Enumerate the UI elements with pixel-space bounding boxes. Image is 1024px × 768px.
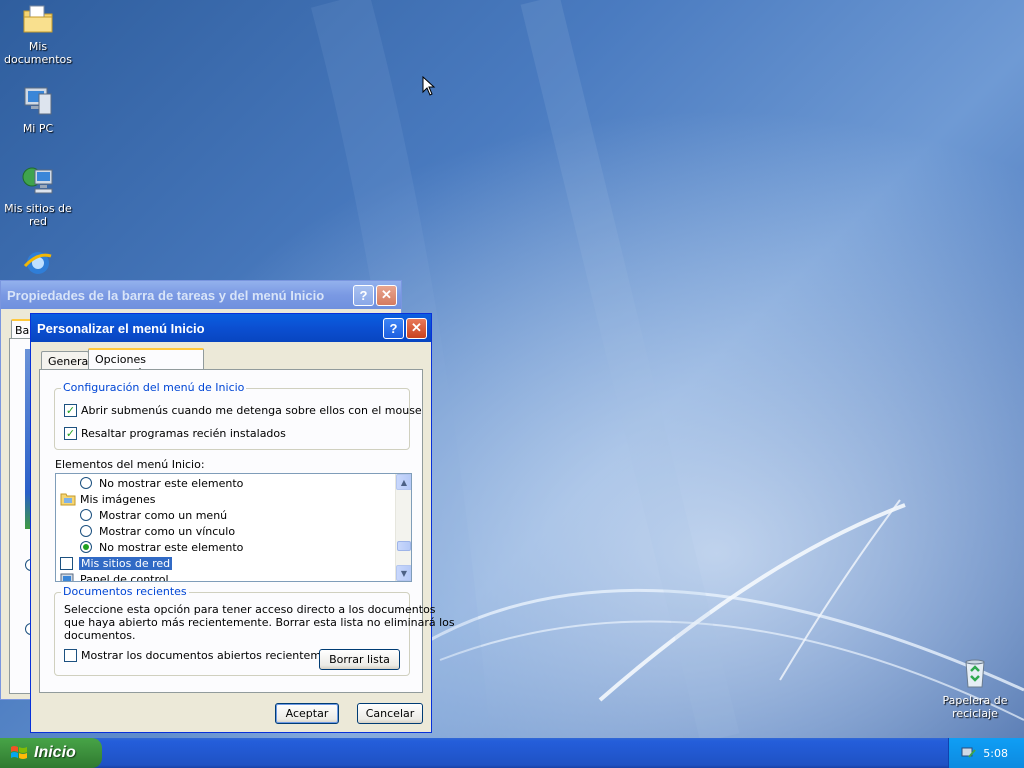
- system-tray: 5:08: [948, 738, 1024, 768]
- button-label: Borrar lista: [329, 653, 390, 666]
- ok-button[interactable]: Aceptar: [275, 703, 339, 724]
- close-button[interactable]: ✕: [406, 317, 427, 339]
- radio-button[interactable]: [80, 525, 92, 537]
- list-item[interactable]: Mostrar como un vínculo: [80, 523, 235, 539]
- desktop-icon-papelera[interactable]: Papelera de reciclaje: [937, 656, 1013, 720]
- desktop-icon-mis-sitios-de-red[interactable]: Mis sitios de red: [0, 164, 76, 228]
- radio-button-selected[interactable]: [80, 541, 92, 553]
- recycle-bin-icon: [965, 659, 985, 688]
- my-pictures-folder-icon: [60, 493, 76, 506]
- recent-documents-group: Documentos recientes Seleccione esta opc…: [54, 585, 455, 676]
- scroll-down-button[interactable]: ▼: [396, 565, 411, 581]
- computer-icon: [24, 87, 52, 115]
- taskbar-properties-titlebar[interactable]: Propiedades de la barra de tareas y del …: [1, 281, 401, 309]
- radio-button[interactable]: [80, 477, 92, 489]
- desktop-icon-mis-documentos[interactable]: Mis documentos: [0, 2, 76, 66]
- group-legend: Documentos recientes: [61, 585, 189, 598]
- cancel-button[interactable]: Cancelar: [357, 703, 423, 724]
- radio-button[interactable]: [80, 509, 92, 521]
- windows-logo-icon: [11, 746, 27, 759]
- highlight-new-programs-checkbox[interactable]: ✓ Resaltar programas recién instalados: [64, 427, 286, 440]
- start-menu-items-label: Elementos del menú Inicio:: [55, 458, 205, 471]
- show-recent-docs-checkbox[interactable]: Mostrar los documentos abiertos reciente…: [64, 649, 346, 662]
- mouse-cursor-icon: [422, 76, 436, 96]
- desktop-icon-internet-explorer[interactable]: [0, 246, 76, 284]
- list-item[interactable]: Mostrar como un menú: [80, 507, 227, 523]
- dialog-title: Personalizar el menú Inicio: [37, 320, 205, 336]
- checkbox-unchecked[interactable]: [60, 556, 73, 570]
- checkbox-checked[interactable]: ✓: [64, 427, 77, 440]
- desktop-icon-label: Papelera de reciclaje: [942, 694, 1008, 720]
- advanced-options-panel: Configuración del menú de Inicio ✓ Abrir…: [39, 369, 455, 693]
- button-label: Aceptar: [285, 707, 329, 720]
- desktop-icon-label: Mis documentos: [4, 40, 72, 66]
- checkbox-label: Mostrar los documentos abiertos reciente…: [81, 649, 346, 662]
- list-item-label: Mis imágenes: [80, 492, 156, 506]
- internet-explorer-icon: [23, 252, 52, 274]
- list-item[interactable]: Mis sitios de red: [60, 555, 173, 571]
- recent-docs-description: documentos.: [64, 629, 136, 642]
- list-item-label: Mostrar como un menú: [99, 508, 228, 522]
- group-legend: Configuración del menú de Inicio: [61, 381, 247, 394]
- tab-label: Ba: [15, 324, 30, 337]
- help-button[interactable]: ?: [353, 284, 374, 306]
- list-item[interactable]: Panel de control: [60, 571, 169, 582]
- start-button-label: Inicio: [34, 744, 76, 761]
- taskbar: Inicio 5:08: [0, 738, 1024, 768]
- network-tray-icon[interactable]: [961, 745, 977, 761]
- open-submenus-checkbox[interactable]: ✓ Abrir submenús cuando me detenga sobre…: [64, 404, 422, 417]
- clear-list-button[interactable]: Borrar lista: [319, 649, 400, 670]
- list-scrollbar[interactable]: ▲ ▼: [395, 474, 411, 581]
- tab-label: General: [48, 355, 92, 368]
- list-item-label: Panel de control: [80, 572, 169, 582]
- start-button[interactable]: Inicio: [0, 738, 102, 768]
- dialog-titlebar[interactable]: Personalizar el menú Inicio ? ✕: [31, 314, 431, 342]
- list-item[interactable]: No mostrar este elemento: [80, 475, 243, 491]
- clock[interactable]: 5:08: [983, 747, 1008, 760]
- tab-general[interactable]: General: [41, 351, 92, 371]
- control-panel-icon: [60, 573, 74, 581]
- list-item-label-selected: Mis sitios de red: [79, 556, 173, 570]
- checkbox-label: Resaltar programas recién instalados: [81, 427, 286, 440]
- list-item-label: No mostrar este elemento: [99, 540, 244, 554]
- start-menu-items-list[interactable]: No mostrar este elemento Mis imágenes Mo…: [55, 473, 412, 582]
- desktop-icon-label: Mi PC: [22, 122, 54, 135]
- button-label: Cancelar: [365, 707, 415, 720]
- list-item-label: Mostrar como un vínculo: [99, 524, 236, 538]
- folder-documents-icon: [23, 5, 53, 33]
- network-icon: [22, 167, 53, 194]
- scroll-up-button[interactable]: ▲: [396, 474, 411, 490]
- window-title: Propiedades de la barra de tareas y del …: [7, 287, 325, 303]
- list-item-label: No mostrar este elemento: [99, 476, 244, 490]
- start-menu-config-group: Configuración del menú de Inicio ✓ Abrir…: [54, 381, 422, 450]
- help-button[interactable]: ?: [383, 317, 404, 339]
- recent-docs-description: Seleccione esta opción para tener acceso…: [64, 603, 436, 616]
- customize-start-menu-dialog[interactable]: Personalizar el menú Inicio ? ✕ General …: [30, 313, 455, 733]
- close-button[interactable]: ✕: [376, 284, 397, 306]
- list-item[interactable]: Mis imágenes: [60, 491, 156, 507]
- checkbox-label: Abrir submenús cuando me detenga sobre e…: [81, 404, 422, 417]
- recent-docs-description: que haya abierto más recientemente. Borr…: [64, 616, 455, 629]
- tab-opciones-avanzadas[interactable]: Opciones avanzadas: [88, 348, 204, 379]
- desktop-icon-label: Mis sitios de red: [4, 202, 72, 228]
- checkbox-checked[interactable]: ✓: [64, 404, 77, 417]
- desktop-icon-mi-pc[interactable]: Mi PC: [0, 84, 76, 135]
- checkbox-unchecked[interactable]: [64, 649, 77, 662]
- list-item[interactable]: No mostrar este elemento: [80, 539, 243, 555]
- scroll-thumb[interactable]: [397, 541, 411, 551]
